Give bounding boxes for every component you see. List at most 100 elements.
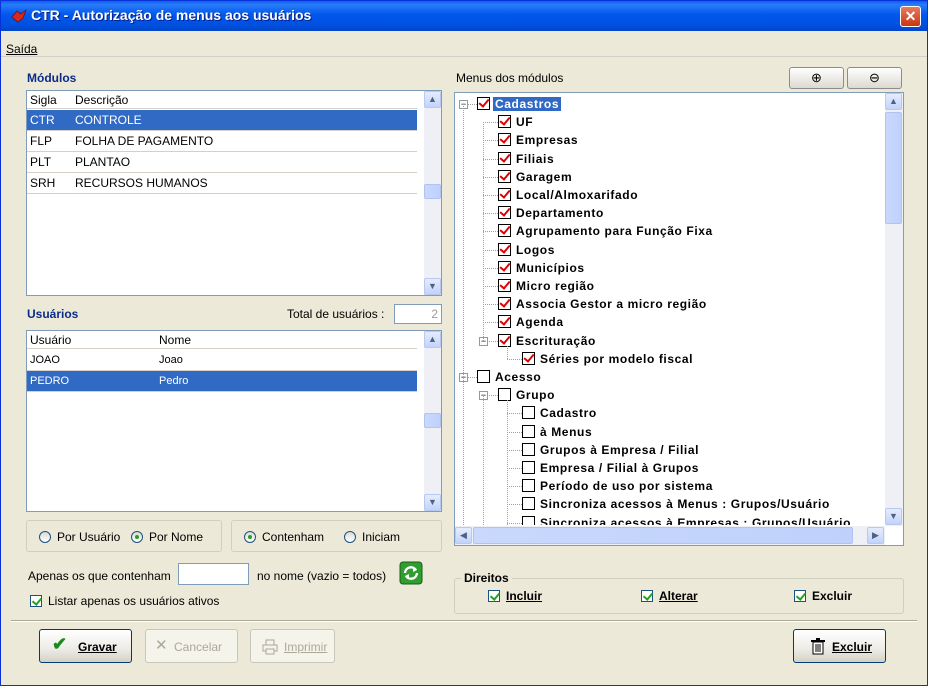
usuarios-list[interactable]: Usuário Nome JOAO Joao PEDRO Pedro ▲ ▼ [26,330,442,512]
tree-node[interactable]: Grupo [498,386,885,404]
tree-node[interactable]: Séries por modelo fiscal [522,350,885,368]
scroll-up-icon[interactable]: ▲ [424,91,441,108]
scroll-thumb[interactable] [424,184,441,199]
modulo-row[interactable]: FLP FOLHA DE PAGAMENTO [27,131,417,152]
modulos-list[interactable]: Sigla Descrição CTR CONTROLE FLP FOLHA DE P… [26,90,442,296]
tree-node[interactable]: à Menus [522,423,885,441]
por-usuario-radio[interactable] [39,531,51,543]
modulo-row[interactable]: CTR CONTROLE [27,110,417,131]
tree-checkbox[interactable] [522,515,535,525]
tree-node[interactable]: Filiais [498,150,885,168]
scroll-thumb[interactable] [473,527,853,544]
scroll-thumb[interactable] [885,112,902,224]
contenham-label[interactable]: Contenham [262,530,324,544]
tree-checkbox[interactable] [498,297,511,311]
usuarios-scrollbar[interactable]: ▲ ▼ [424,331,441,511]
cancelar-button[interactable]: ✕ Cancelar [145,629,238,663]
tree-node[interactable]: Municípios [498,259,885,277]
tree-node[interactable]: Sincroniza acessos à Menus : Grupos/Usuá… [522,495,885,513]
tree-node[interactable]: Empresas [498,131,885,149]
tree-checkbox[interactable] [522,497,535,511]
excluir-checkbox[interactable] [794,590,806,602]
scroll-thumb[interactable] [424,413,441,428]
tree-checkbox[interactable] [498,133,511,147]
tree-checkbox[interactable] [477,370,490,383]
gravar-button[interactable]: ✔ Gravar [39,629,132,663]
listar-ativos-checkbox[interactable] [30,595,42,607]
tree-node[interactable]: Empresa / Filial à Grupos [522,459,885,477]
contenham-radio[interactable] [244,531,256,543]
tree-node[interactable]: Agenda [498,313,885,331]
tree-node[interactable]: Escrituração [498,332,885,350]
menu-item-saida[interactable]: Saída [6,42,37,56]
tree-checkbox[interactable] [498,388,511,402]
tree-checkbox[interactable] [498,115,511,129]
refresh-button[interactable] [399,561,423,585]
tree-node[interactable]: Local/Almoxarifado [498,186,885,204]
tree-node[interactable]: Cadastro [522,404,885,422]
tree-node[interactable]: Logos [498,241,885,259]
scroll-left-icon[interactable]: ◀ [455,527,472,544]
tree-node[interactable]: Período de uso por sistema [522,477,885,495]
por-nome-label[interactable]: Por Nome [149,530,203,544]
tree-checkbox[interactable] [498,206,511,220]
tree-node[interactable]: Garagem [498,168,885,186]
zoom-out-button[interactable]: ⊖ [847,67,902,89]
tree-checkbox[interactable] [522,424,535,438]
tree-checkbox[interactable] [477,97,490,110]
col-sigla[interactable]: Sigla [30,93,57,107]
excluir-label[interactable]: Excluir [812,589,852,603]
close-button[interactable]: ✕ [900,6,921,27]
tree-node[interactable]: Associa Gestor a micro região [498,295,885,313]
tree-node[interactable]: Cadastros [477,95,885,113]
tree-checkbox[interactable] [498,224,511,238]
incluir-label[interactable]: Incluir [506,589,542,603]
modulos-scrollbar[interactable]: ▲ ▼ [424,91,441,295]
scroll-up-icon[interactable]: ▲ [885,93,902,110]
alterar-checkbox[interactable] [641,590,653,602]
por-nome-radio[interactable] [131,531,143,543]
tree-checkbox[interactable] [498,333,511,347]
por-usuario-label[interactable]: Por Usuário [57,530,120,544]
name-filter-input[interactable] [178,563,249,585]
col-nome[interactable]: Nome [159,333,191,347]
tree-node[interactable]: Grupos à Empresa / Filial [522,441,885,459]
modulo-row[interactable]: SRH RECURSOS HUMANOS [27,173,417,194]
tree-node[interactable]: Agrupamento para Função Fixa [498,222,885,240]
tree-checkbox[interactable] [498,151,511,165]
tree-checkbox[interactable] [498,279,511,292]
tree-checkbox[interactable] [522,406,535,420]
usuario-row[interactable]: JOAO Joao [27,350,417,371]
iniciam-label[interactable]: Iniciam [362,530,400,544]
tree-node[interactable]: Departamento [498,204,885,222]
tree-hscrollbar[interactable]: ◀ ▶ [455,526,885,545]
scroll-down-icon[interactable]: ▼ [424,494,441,511]
tree-checkbox[interactable] [522,351,535,365]
alterar-label[interactable]: Alterar [659,589,698,603]
scroll-down-icon[interactable]: ▼ [885,508,902,525]
scroll-down-icon[interactable]: ▼ [424,278,441,295]
listar-ativos-label[interactable]: Listar apenas os usuários ativos [48,594,219,608]
scroll-up-icon[interactable]: ▲ [424,331,441,348]
tree-vscrollbar[interactable]: ▲ ▼ [885,93,903,526]
iniciam-radio[interactable] [344,531,356,543]
menus-tree[interactable]: Cadastros − UF Empresas Filiais Garagem Local/… [454,92,904,546]
usuario-row[interactable]: PEDRO Pedro [27,371,417,392]
incluir-checkbox[interactable] [488,590,500,602]
title-bar[interactable]: CTR - Autorização de menus aos usuários … [1,1,927,31]
col-usuario[interactable]: Usuário [30,333,71,347]
tree-checkbox[interactable] [498,242,511,256]
tree-checkbox[interactable] [498,260,511,274]
tree-checkbox[interactable] [522,442,535,456]
modulo-row[interactable]: PLT PLANTAO [27,152,417,173]
imprimir-button[interactable]: Imprimir [250,629,335,663]
tree-node[interactable]: Sincroniza acessos à Empresas : Grupos/U… [522,514,885,525]
tree-checkbox[interactable] [522,461,535,474]
tree-checkbox[interactable] [498,315,511,329]
tree-node[interactable]: UF [498,113,885,131]
zoom-in-button[interactable]: ⊕ [789,67,844,89]
col-descricao[interactable]: Descrição [75,93,128,107]
tree-node[interactable]: Acesso [477,368,885,386]
tree-checkbox[interactable] [522,479,535,493]
tree-node[interactable]: Micro região [498,277,885,295]
